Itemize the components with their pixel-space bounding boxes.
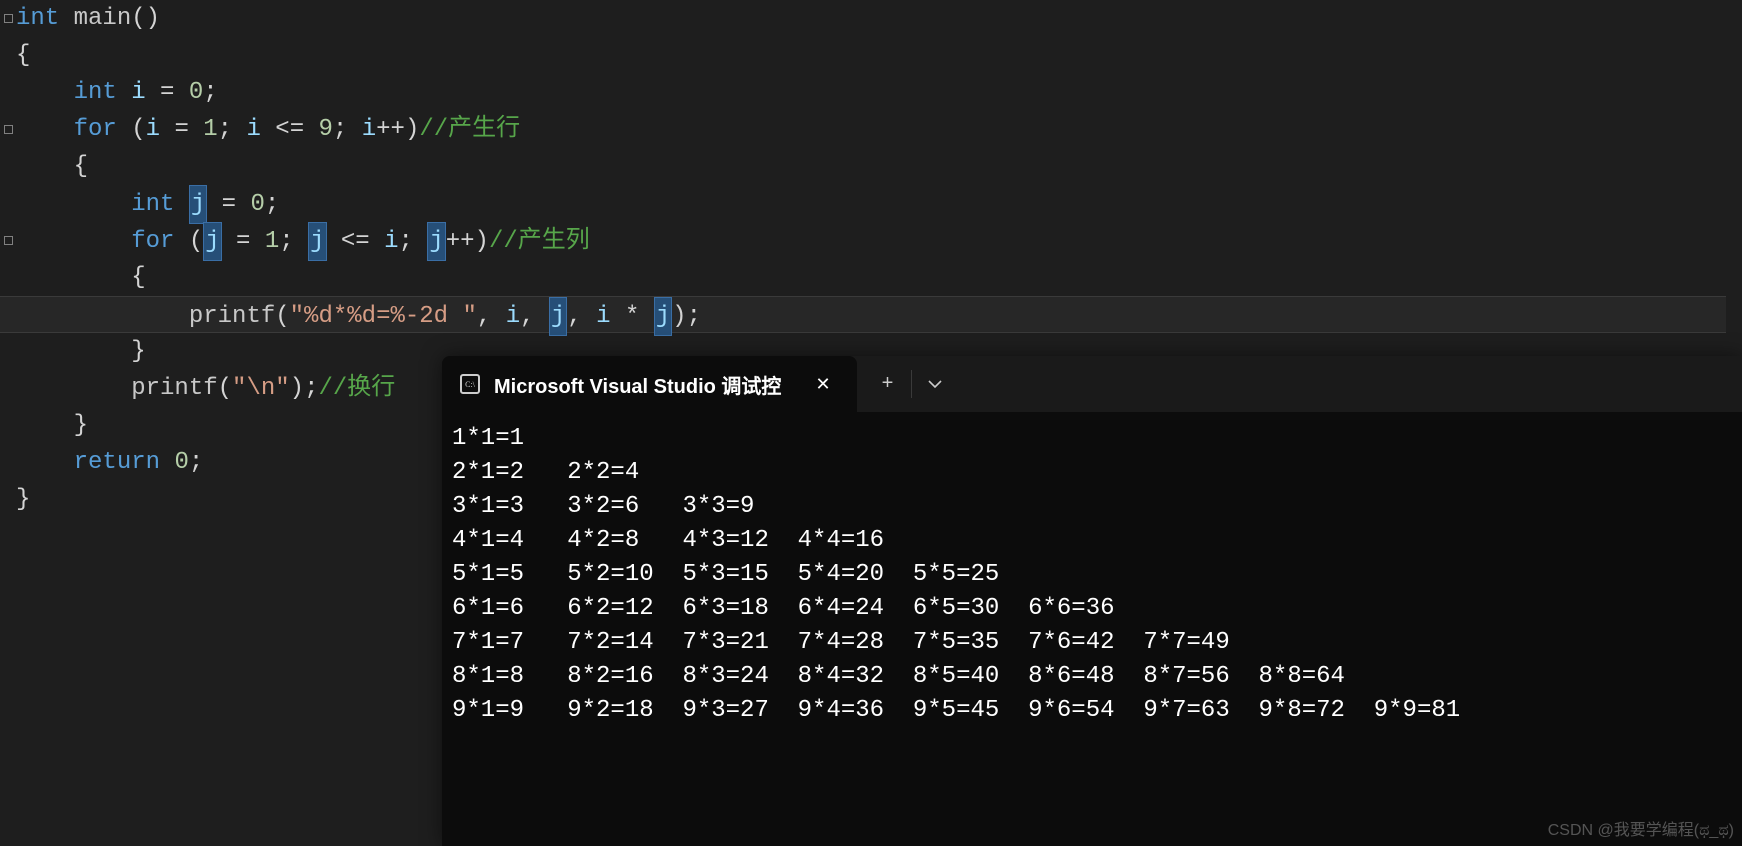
terminal-tab[interactable]: C:\ Microsoft Visual Studio 调试控 ✕ [442, 356, 857, 412]
string-literal: "%d*%d=%-2d " [290, 303, 477, 330]
output-line: 9*1=9 9*2=18 9*3=27 9*4=36 9*5=45 9*6=54… [452, 694, 1732, 728]
fold-gutter [0, 0, 16, 846]
selected-var-j: j [549, 297, 567, 336]
terminal-tab-title: Microsoft Visual Studio 调试控 [494, 370, 781, 399]
output-line: 1*1=1 [452, 422, 1732, 456]
comment: //换行 [318, 375, 395, 402]
identifier-main: main [74, 5, 132, 32]
keyword-int: int [16, 5, 59, 32]
output-line: 5*1=5 5*2=10 5*3=15 5*4=20 5*5=25 [452, 558, 1732, 592]
fold-toggle[interactable] [0, 222, 16, 259]
fold-toggle[interactable] [0, 0, 16, 37]
output-line: 7*1=7 7*2=14 7*3=21 7*4=28 7*5=35 7*6=42… [452, 626, 1732, 660]
terminal-window[interactable]: C:\ Microsoft Visual Studio 调试控 ✕ + 1*1=… [442, 356, 1742, 846]
watermark: CSDN @我要学编程(ಥ_ಥ) [1548, 816, 1734, 840]
code-line[interactable]: for (i = 1; i <= 9; i++)//产生行 [16, 111, 1726, 148]
comment: //产生行 [419, 116, 520, 143]
selected-var-j: j [189, 185, 207, 224]
chevron-down-icon [927, 376, 943, 392]
selected-var-j: j [203, 222, 221, 261]
code-line[interactable]: int j = 0; [16, 185, 1726, 222]
output-line: 2*1=2 2*2=4 [452, 456, 1732, 490]
tab-dropdown-button[interactable] [912, 356, 958, 412]
output-line: 4*1=4 4*2=8 4*3=12 4*4=16 [452, 524, 1732, 558]
selected-var-j: j [427, 222, 445, 261]
terminal-actions: + [865, 356, 958, 412]
terminal-icon: C:\ [460, 374, 480, 394]
close-tab-button[interactable]: ✕ [807, 370, 838, 399]
code-line[interactable]: { [16, 148, 1726, 185]
code-line[interactable]: { [16, 259, 1726, 296]
output-line: 3*1=3 3*2=6 3*3=9 [452, 490, 1732, 524]
code-line[interactable]: int main() [16, 0, 1726, 37]
code-line[interactable]: int i = 0; [16, 74, 1726, 111]
output-line: 8*1=8 8*2=16 8*3=24 8*4=32 8*5=40 8*6=48… [452, 660, 1732, 694]
code-line[interactable]: for (j = 1; j <= i; j++)//产生列 [16, 222, 1726, 259]
terminal-titlebar[interactable]: C:\ Microsoft Visual Studio 调试控 ✕ + [442, 356, 1742, 412]
new-tab-button[interactable]: + [865, 356, 911, 412]
selected-var-j: j [308, 222, 326, 261]
fold-toggle[interactable] [0, 111, 16, 148]
comment: //产生列 [489, 228, 590, 255]
code-line[interactable]: { [16, 37, 1726, 74]
terminal-output[interactable]: 1*1=1 2*1=2 2*2=4 3*1=3 3*2=6 3*3=9 4*1=… [442, 412, 1742, 738]
selected-var-j: j [654, 297, 672, 336]
code-line-current[interactable]: printf("%d*%d=%-2d ", i, j, i * j); [0, 296, 1726, 333]
string-literal: "\n" [232, 375, 290, 402]
output-line: 6*1=6 6*2=12 6*3=18 6*4=24 6*5=30 6*6=36 [452, 592, 1732, 626]
